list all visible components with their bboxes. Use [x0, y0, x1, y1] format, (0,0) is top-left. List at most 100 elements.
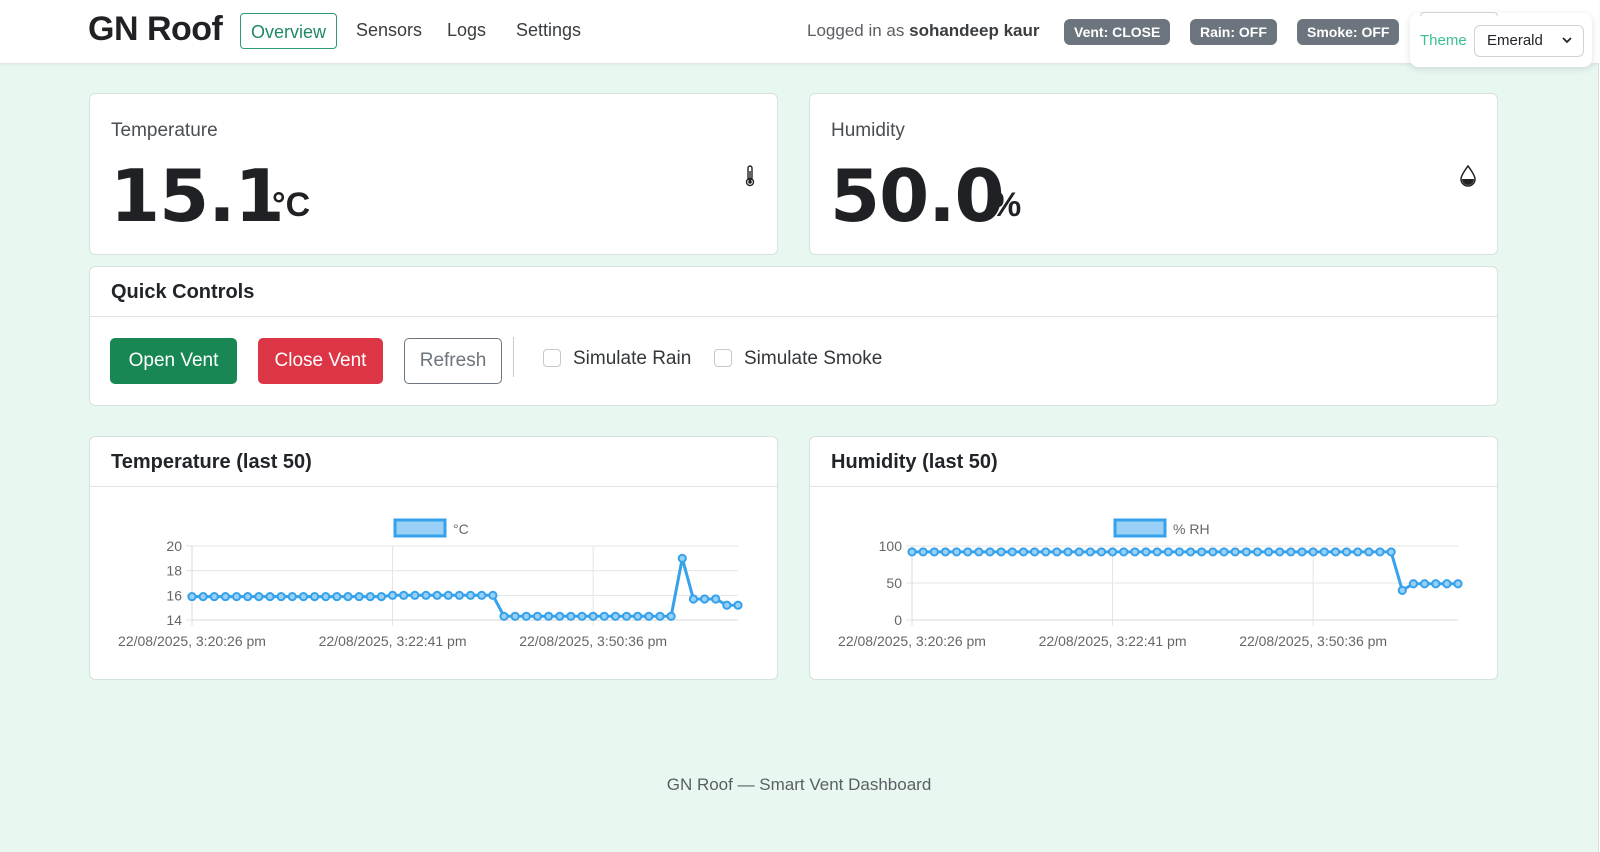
- humidity-chart-data-point: [1152, 547, 1162, 557]
- temperature-chart-data-point: [733, 600, 743, 610]
- temperature-chart-data-point: [243, 591, 253, 602]
- humidity-value: 50.0: [830, 154, 1005, 238]
- temperature-chart-data-point: [499, 611, 509, 621]
- humidity-chart-data-point: [1163, 547, 1173, 557]
- temperature-chart: 14 16 18 20 22/08/2025, 3:20:26 pm 22/08/2025…: [118, 518, 743, 649]
- humidity-chart-data-point: [1341, 547, 1352, 557]
- temperature-chart-data-point: [543, 611, 554, 621]
- humidity-chart-data-point: [1431, 579, 1441, 589]
- logged-in-text: Logged in as sohandeep kaur: [807, 21, 1039, 41]
- temperature-chart-data-point: [198, 591, 208, 602]
- humidity-chart-xtick-label: 22/08/2025, 3:22:41 pm: [1039, 633, 1187, 649]
- temperature-chart-data-point: [488, 590, 498, 600]
- theme-select[interactable]: Emerald: [1474, 25, 1584, 57]
- humidity-chart-data-point: [1397, 585, 1407, 596]
- vent-status-badge: Vent: CLOSE: [1064, 19, 1171, 45]
- temperature-chart-data-point: [421, 590, 431, 600]
- humidity-chart-data-point: [1419, 579, 1430, 589]
- temperature-chart-data-point: [477, 590, 487, 600]
- temperature-chart-data-point: [510, 611, 520, 621]
- humidity-chart-xtick-label: 22/08/2025, 3:20:26 pm: [838, 633, 986, 649]
- simulate-rain-label[interactable]: Simulate Rain: [573, 349, 691, 369]
- simulate-smoke-label[interactable]: Simulate Smoke: [744, 349, 882, 369]
- simulate-smoke-checkbox[interactable]: [714, 349, 732, 367]
- humidity-chart-ytick-label: 0: [894, 612, 902, 628]
- humidity-chart-data-point: [1052, 547, 1062, 557]
- temperature-chart-data-point: [276, 591, 286, 602]
- humidity-chart-data-point: [1442, 579, 1452, 589]
- humidity-chart-data-point: [1297, 547, 1307, 557]
- temperature-chart-data-point: [209, 591, 219, 602]
- temperature-chart-data-point: [555, 611, 565, 621]
- temperature-chart-data-point: [231, 591, 242, 602]
- smoke-status-badge: Smoke: OFF: [1297, 19, 1400, 45]
- humidity-chart-data-point: [1308, 547, 1318, 557]
- humidity-chart-data-point: [1241, 547, 1251, 557]
- open-vent-button[interactable]: Open Vent: [110, 338, 237, 384]
- temperature-chart-data-point: [711, 594, 721, 604]
- brand-logo[interactable]: GN Roof: [88, 10, 223, 49]
- humidity-chart-data-point: [1230, 547, 1240, 557]
- temperature-value: 15.1: [110, 154, 285, 238]
- temperature-chart-xtick-label: 22/08/2025, 3:50:36 pm: [519, 633, 667, 649]
- theme-select-value: Emerald: [1487, 32, 1543, 49]
- humidity-chart-data-point: [1353, 547, 1363, 557]
- temperature-chart-data-point: [633, 611, 643, 621]
- refresh-button[interactable]: Refresh: [404, 338, 502, 384]
- temperature-label: Temperature: [111, 120, 218, 141]
- temperature-chart-xtick-label: 22/08/2025, 3:22:41 pm: [319, 633, 467, 649]
- footer-text: GN Roof — Smart Vent Dashboard: [666, 775, 932, 794]
- humidity-chart-data-point: [974, 547, 984, 557]
- temperature-chart-data-point: [621, 611, 632, 621]
- temperature-chart-data-point: [644, 611, 654, 621]
- humidity-chart-xtick-label: 22/08/2025, 3:50:36 pm: [1239, 633, 1387, 649]
- humidity-chart-data-point: [1029, 547, 1040, 557]
- nav-overview[interactable]: Overview: [240, 13, 338, 49]
- humidity-chart-data-point: [1386, 547, 1396, 557]
- temperature-chart-data-point: [599, 611, 609, 621]
- humidity-card: Humidity 50.0 %: [809, 93, 1498, 255]
- humidity-chart-data-point: [1219, 547, 1229, 557]
- humidity-chart-data-point: [1364, 547, 1374, 557]
- humidity-chart-data-point: [1074, 547, 1084, 557]
- humidity-chart-data-point: [1330, 547, 1341, 557]
- humidity-chart-data-point: [963, 547, 973, 557]
- temperature-chart-data-point: [309, 591, 320, 602]
- humidity-chart-title: Humidity (last 50): [810, 437, 1497, 487]
- controls-divider: [513, 337, 514, 377]
- humidity-label: Humidity: [831, 120, 905, 141]
- humidity-chart-series-line: [912, 550, 1458, 592]
- temperature-chart-ytick-label: 18: [166, 563, 182, 579]
- temperature-chart-data-point: [410, 590, 420, 600]
- temperature-chart-data-point: [399, 590, 409, 600]
- humidity-chart-data-point: [1141, 547, 1151, 557]
- rain-status-badge: Rain: OFF: [1190, 19, 1277, 45]
- temperature-chart-data-point: [354, 591, 364, 602]
- simulate-rain-checkbox[interactable]: [543, 349, 561, 367]
- nav-logs[interactable]: Logs: [447, 20, 486, 41]
- humidity-chart-legend-label: % RH: [1173, 521, 1210, 537]
- nav-settings[interactable]: Settings: [516, 20, 581, 41]
- humidity-chart-card: Humidity (last 50) 0 50 100 22/08/2025, 3:2…: [809, 436, 1498, 680]
- temperature-chart-data-point: [432, 590, 442, 600]
- temperature-chart-data-point: [376, 591, 387, 602]
- nav-sensors[interactable]: Sensors: [356, 20, 422, 41]
- temperature-chart-data-point: [588, 611, 598, 621]
- temperature-chart-data-point: [666, 611, 676, 621]
- humidity-chart-data-point: [996, 547, 1006, 557]
- temperature-chart-data-point: [343, 591, 353, 602]
- humidity-chart-data-point: [1197, 547, 1207, 557]
- humidity-chart-data-point: [1085, 547, 1095, 557]
- temperature-chart-data-point: [655, 611, 665, 621]
- humidity-chart-data-point: [1096, 547, 1107, 557]
- temperature-chart-data-point: [699, 594, 710, 604]
- temperature-chart-data-point: [287, 591, 297, 602]
- humidity-unit: %: [991, 186, 1022, 224]
- chevron-down-icon: [1561, 26, 1573, 66]
- temperature-chart-data-point: [677, 553, 687, 563]
- humidity-chart-data-point: [918, 547, 928, 557]
- theme-switcher: Theme Emerald: [1410, 12, 1592, 67]
- temperature-chart-data-point: [566, 611, 576, 621]
- close-vent-button[interactable]: Close Vent: [258, 338, 383, 384]
- theme-label: Theme: [1420, 32, 1467, 49]
